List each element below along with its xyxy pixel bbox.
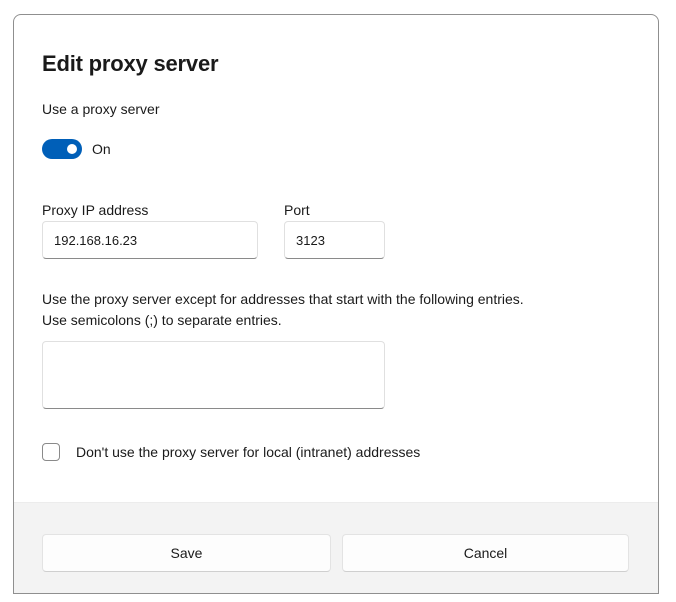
use-proxy-label: Use a proxy server <box>42 101 160 117</box>
save-button[interactable]: Save <box>42 534 331 572</box>
toggle-knob <box>67 144 77 154</box>
dialog-footer: Save Cancel <box>14 502 658 593</box>
toggle-state-label: On <box>92 141 111 157</box>
dialog-title: Edit proxy server <box>42 51 219 76</box>
local-bypass-label[interactable]: Don't use the proxy server for local (in… <box>76 444 420 460</box>
port-label: Port <box>284 202 310 218</box>
edit-proxy-dialog: Edit proxy server Use a proxy server On … <box>13 14 659 594</box>
cancel-button[interactable]: Cancel <box>342 534 629 572</box>
exceptions-label-line1: Use the proxy server except for addresse… <box>42 291 524 307</box>
port-input[interactable] <box>284 221 385 259</box>
proxy-ip-label: Proxy IP address <box>42 202 149 218</box>
exceptions-label-line2: Use semicolons (;) to separate entries. <box>42 312 282 328</box>
proxy-ip-input[interactable] <box>42 221 258 259</box>
local-bypass-checkbox[interactable] <box>42 443 60 461</box>
exceptions-input[interactable] <box>42 341 385 409</box>
use-proxy-toggle[interactable] <box>42 139 82 159</box>
